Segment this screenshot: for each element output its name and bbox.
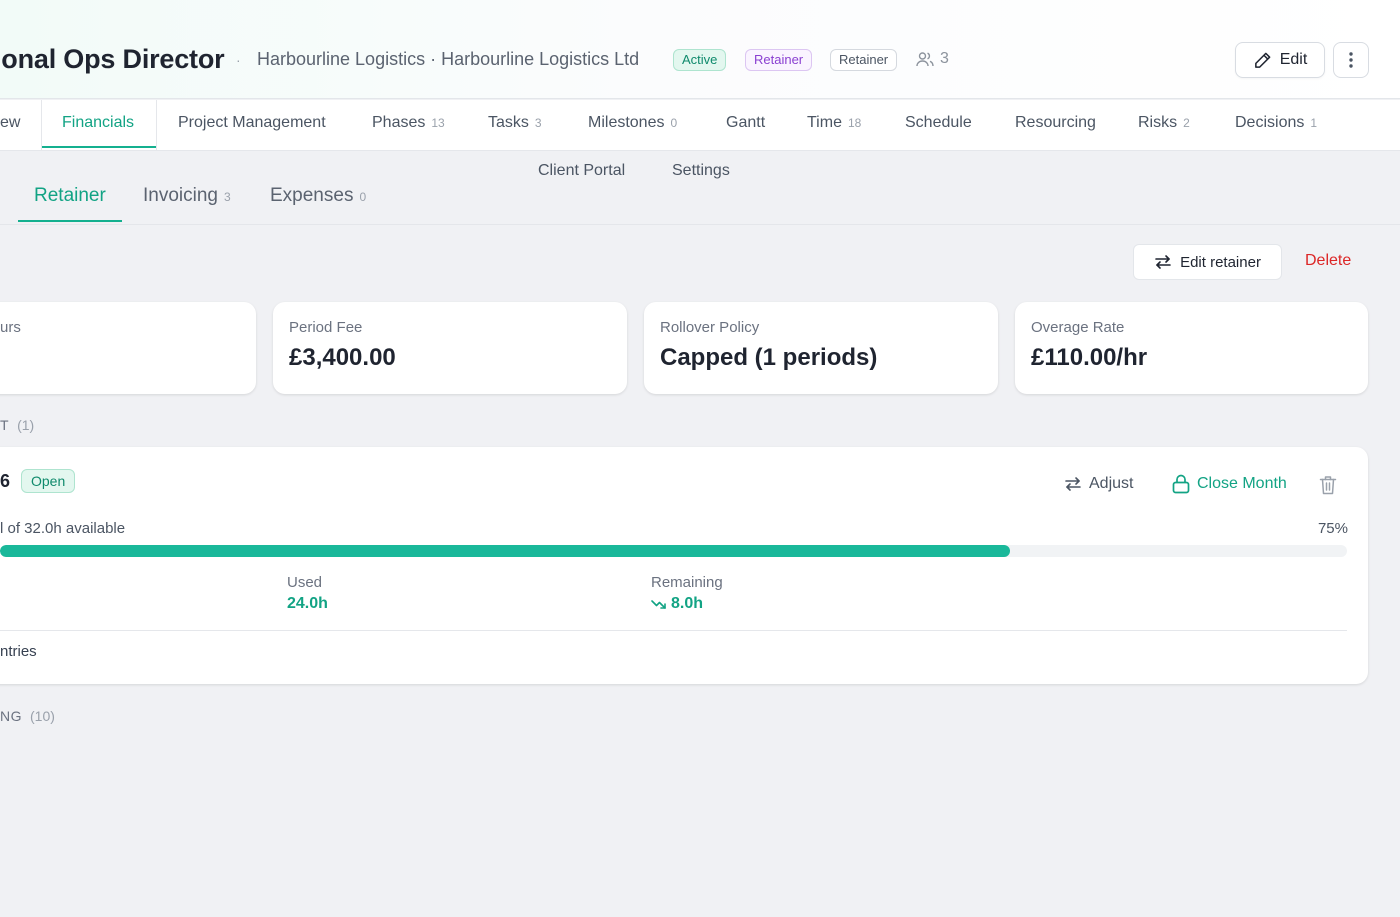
used-value: 24.0h bbox=[287, 595, 328, 612]
tab-decisions[interactable]: Decisions 1 bbox=[1235, 100, 1317, 150]
swap-icon bbox=[1065, 477, 1081, 491]
trending-down-icon bbox=[651, 600, 666, 609]
stat-value: £110.00/hr bbox=[1031, 344, 1148, 371]
time-entries-toggle[interactable]: ntries bbox=[0, 643, 37, 660]
more-options-button[interactable] bbox=[1333, 42, 1369, 78]
subtab-count: 0 bbox=[359, 190, 367, 204]
subtab-retainer[interactable]: Retainer bbox=[34, 185, 106, 207]
stat-label: Rollover Policy bbox=[660, 319, 760, 336]
available-hours-text: l of 32.0h available bbox=[0, 520, 126, 537]
period-name: 6 bbox=[0, 471, 11, 491]
period-status-badge: Open bbox=[21, 469, 76, 493]
more-vertical-icon bbox=[1349, 52, 1353, 68]
tab-resourcing[interactable]: Resourcing bbox=[1015, 100, 1096, 150]
pencil-icon bbox=[1254, 52, 1271, 68]
type-badge: Retainer bbox=[745, 49, 813, 71]
page-title: ional Ops Director bbox=[0, 44, 225, 74]
lock-icon bbox=[1172, 474, 1190, 494]
trash-icon bbox=[1319, 476, 1337, 495]
title-separator: · bbox=[236, 52, 241, 68]
tab-count: 1 bbox=[1310, 116, 1318, 130]
tab-risks[interactable]: Risks 2 bbox=[1138, 100, 1190, 150]
tab-overview[interactable]: ew bbox=[0, 100, 20, 150]
adjust-button[interactable]: Adjust bbox=[1064, 475, 1133, 493]
edit-retainer-button[interactable]: Edit retainer bbox=[1133, 244, 1282, 280]
subtab-count: 3 bbox=[224, 190, 231, 204]
usage-progress-bar bbox=[0, 545, 1347, 557]
stat-value: £3,400.00 bbox=[289, 344, 396, 371]
period-card: 6 Open Adjust Close Month l of 32.0h ava… bbox=[0, 447, 1368, 684]
tab-time[interactable]: Time 18 bbox=[807, 100, 861, 150]
tab-count: 13 bbox=[431, 116, 445, 130]
usage-progress-fill bbox=[0, 545, 1011, 557]
stat-card-hours: urs bbox=[0, 302, 256, 394]
section-count: (10) bbox=[30, 708, 55, 724]
stat-label: Period Fee bbox=[289, 319, 363, 336]
remaining-label: Remaining bbox=[651, 574, 723, 591]
financials-subtabs: Retainer Invoicing 3 Expenses 0 bbox=[0, 176, 1400, 225]
delete-period-button[interactable] bbox=[1319, 475, 1337, 500]
client-name[interactable]: Harbourline Logistics · Harbourline Logi… bbox=[257, 49, 639, 70]
edit-retainer-label: Edit retainer bbox=[1180, 253, 1261, 271]
history-heading: NG (10) bbox=[0, 708, 55, 724]
tab-milestones[interactable]: Milestones 0 bbox=[588, 100, 677, 150]
tab-gantt[interactable]: Gantt bbox=[726, 100, 765, 150]
tab-count: 18 bbox=[847, 116, 862, 130]
tab-schedule[interactable]: Schedule bbox=[905, 100, 972, 150]
active-subtab-indicator bbox=[18, 220, 122, 222]
current-period-heading: T (1) bbox=[0, 417, 35, 433]
stat-card-overage-rate: Overage Rate £110.00/hr bbox=[1015, 302, 1368, 394]
used-label: Used bbox=[287, 574, 323, 591]
stat-label: Overage Rate bbox=[1031, 319, 1125, 336]
tab-count: 0 bbox=[670, 116, 678, 130]
stat-card-period-fee: Period Fee £3,400.00 bbox=[273, 302, 627, 394]
tab-phases[interactable]: Phases 13 bbox=[372, 100, 445, 150]
members-count[interactable]: 3 bbox=[916, 50, 949, 68]
stat-label: urs bbox=[0, 319, 21, 336]
remaining-value: 8.0h bbox=[651, 595, 703, 613]
tab-count: 3 bbox=[534, 116, 542, 130]
period-divider bbox=[0, 630, 1347, 631]
subtab-expenses[interactable]: Expenses 0 bbox=[270, 185, 366, 207]
stat-value: Capped (1 periods) bbox=[660, 344, 878, 371]
tab-financials[interactable]: Financials bbox=[41, 100, 157, 150]
project-header: ional Ops Director · Harbourline Logisti… bbox=[0, 0, 1400, 99]
close-month-label: Close Month bbox=[1197, 475, 1287, 492]
users-icon bbox=[916, 52, 934, 67]
edit-button[interactable]: Edit bbox=[1235, 42, 1325, 78]
swap-icon bbox=[1155, 255, 1171, 269]
billing-badge: Retainer bbox=[830, 49, 898, 71]
adjust-label: Adjust bbox=[1089, 475, 1134, 492]
main-tabs: ew Financials Project Management Phases 1… bbox=[0, 100, 1400, 151]
tab-tasks[interactable]: Tasks 3 bbox=[488, 100, 542, 150]
delete-button[interactable]: Delete bbox=[1305, 252, 1351, 270]
members-count-value: 3 bbox=[940, 50, 949, 67]
usage-percent: 75% bbox=[1317, 520, 1348, 537]
section-count: (1) bbox=[17, 417, 35, 433]
close-month-button[interactable]: Close Month bbox=[1172, 474, 1287, 494]
edit-button-label: Edit bbox=[1279, 51, 1308, 68]
stat-card-rollover-policy: Rollover Policy Capped (1 periods) bbox=[644, 302, 998, 394]
status-badge: Active bbox=[673, 49, 727, 71]
subtab-invoicing[interactable]: Invoicing 3 bbox=[143, 185, 231, 207]
tab-project-management[interactable]: Project Management bbox=[178, 100, 326, 150]
tab-count: 2 bbox=[1183, 116, 1190, 130]
